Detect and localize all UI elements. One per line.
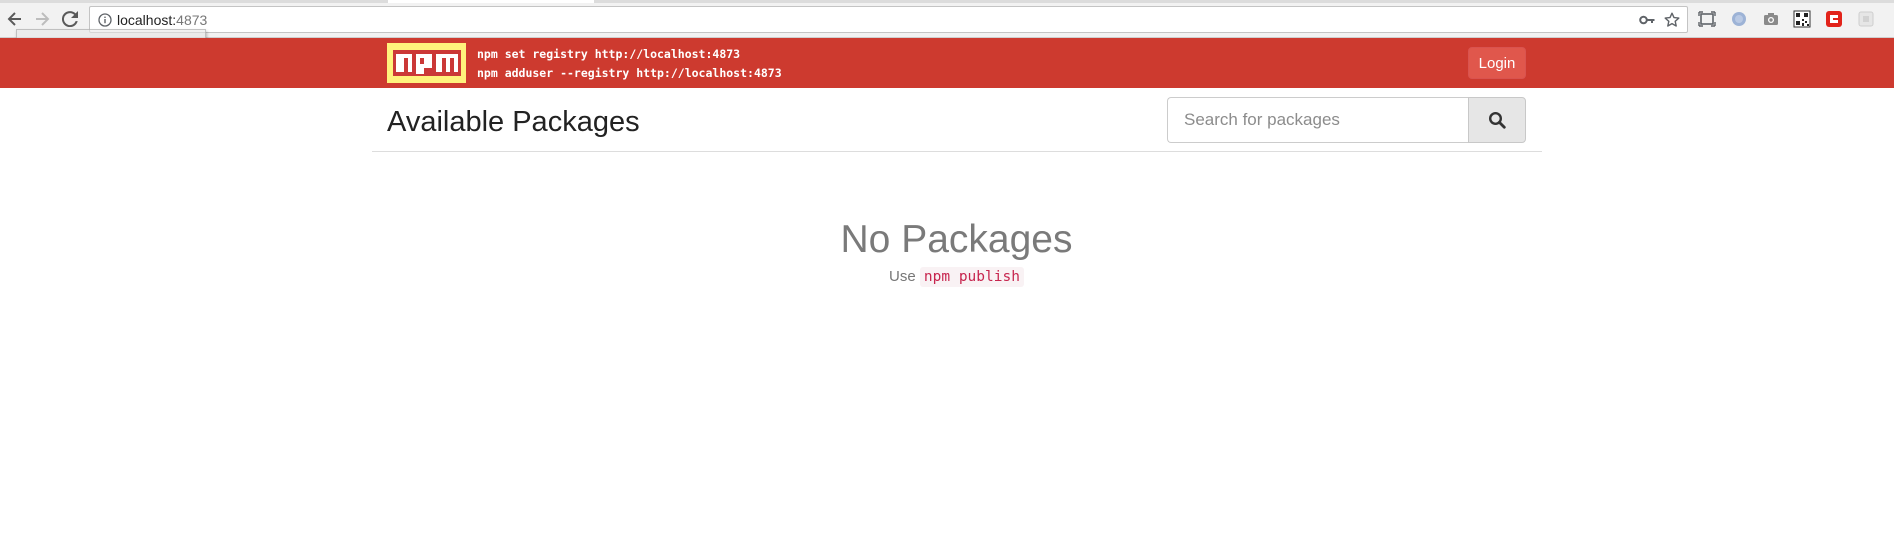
url-text[interactable]: localhost:4873 <box>117 12 207 28</box>
npm-logo-icon <box>392 50 461 76</box>
key-icon[interactable] <box>1639 12 1655 28</box>
camera-icon[interactable] <box>1762 10 1780 28</box>
registry-setup-instructions: npm set registry http://localhost:4873 n… <box>477 45 782 83</box>
back-arrow-icon[interactable] <box>4 8 26 30</box>
empty-state-title: No Packages <box>840 218 1073 261</box>
publish-command: npm publish <box>919 267 1024 287</box>
forward-arrow-icon[interactable] <box>31 8 53 30</box>
star-icon[interactable] <box>1664 12 1680 28</box>
npm-logo[interactable] <box>387 43 466 83</box>
faded-extension-icon[interactable] <box>1857 10 1875 28</box>
qr-code-icon[interactable] <box>1793 10 1811 28</box>
address-bar[interactable]: localhost:4873 <box>89 6 1688 33</box>
header-divider <box>372 151 1542 152</box>
info-icon[interactable] <box>98 13 112 27</box>
circle-extension-icon[interactable] <box>1730 10 1748 28</box>
url-port: 4873 <box>176 12 208 28</box>
browser-toolbar: localhost:4873 <box>0 0 1894 38</box>
login-button[interactable]: Login <box>1468 47 1526 79</box>
empty-state-hint: Use npm publish <box>0 267 1894 287</box>
setup-command-registry: npm set registry http://localhost:4873 <box>477 47 741 61</box>
red-extension-icon[interactable] <box>1825 10 1843 28</box>
package-search <box>1167 97 1526 143</box>
active-tab-indicator[interactable] <box>388 0 594 3</box>
search-button[interactable] <box>1468 97 1526 143</box>
registry-header: npm set registry http://localhost:4873 n… <box>0 38 1894 88</box>
search-icon <box>1488 111 1506 129</box>
search-input[interactable] <box>1167 97 1468 143</box>
page-title: Available Packages <box>387 106 640 138</box>
setup-command-adduser: npm adduser --registry http://localhost:… <box>477 66 782 80</box>
reload-icon[interactable] <box>59 8 81 30</box>
cast-screen-icon[interactable] <box>1698 10 1716 28</box>
tab-strip <box>0 0 1894 3</box>
empty-state-hint-prefix: Use <box>889 268 916 285</box>
url-host: localhost: <box>117 12 177 28</box>
